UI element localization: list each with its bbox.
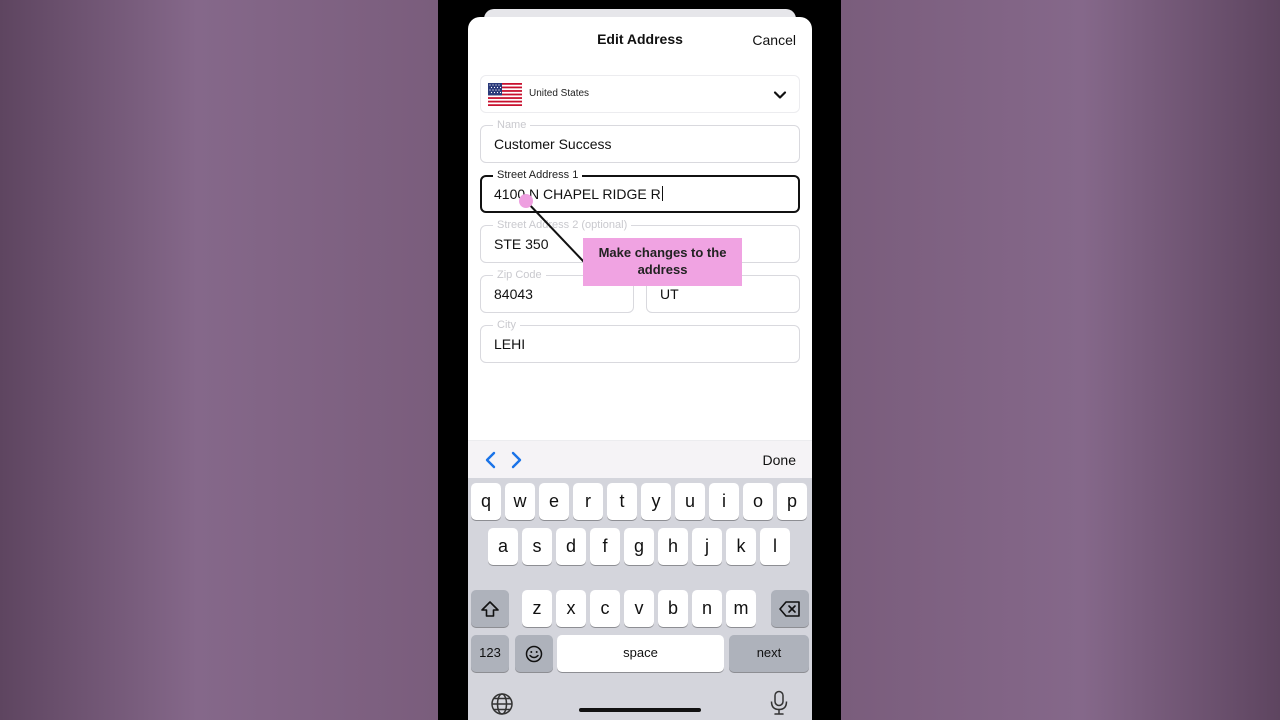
- key-i[interactable]: i: [709, 483, 739, 520]
- key-v[interactable]: v: [624, 590, 654, 627]
- key-n[interactable]: n: [692, 590, 722, 627]
- callout-pointer-dot: [519, 194, 533, 208]
- on-screen-keyboard: q w e r t y u i o p a s d f g h j k l z …: [468, 478, 812, 720]
- numbers-key[interactable]: 123: [471, 635, 509, 672]
- key-j[interactable]: j: [692, 528, 722, 565]
- key-t[interactable]: t: [607, 483, 637, 520]
- shift-icon: [481, 600, 499, 617]
- key-z[interactable]: z: [522, 590, 552, 627]
- shift-key[interactable]: [471, 590, 509, 627]
- annotation-callout: Make changes to the address: [583, 238, 742, 286]
- city-value: LEHI: [494, 336, 526, 352]
- next-key[interactable]: next: [729, 635, 809, 672]
- background-left: [0, 0, 438, 720]
- keyboard-accessory-bar: Done: [468, 440, 812, 478]
- backspace-key[interactable]: [771, 590, 809, 627]
- key-f[interactable]: f: [590, 528, 620, 565]
- next-field-icon[interactable]: [507, 451, 525, 469]
- key-l[interactable]: l: [760, 528, 790, 565]
- key-w[interactable]: w: [505, 483, 535, 520]
- key-x[interactable]: x: [556, 590, 586, 627]
- key-e[interactable]: e: [539, 483, 569, 520]
- city-field[interactable]: City LEHI: [480, 319, 800, 363]
- key-b[interactable]: b: [658, 590, 688, 627]
- key-h[interactable]: h: [658, 528, 688, 565]
- key-y[interactable]: y: [641, 483, 671, 520]
- key-k[interactable]: k: [726, 528, 756, 565]
- space-key[interactable]: space: [557, 635, 724, 672]
- key-o[interactable]: o: [743, 483, 773, 520]
- done-button[interactable]: Done: [763, 452, 796, 468]
- previous-field-icon[interactable]: [482, 451, 500, 469]
- key-a[interactable]: a: [488, 528, 518, 565]
- microphone-icon[interactable]: [769, 690, 789, 716]
- background-right: [841, 0, 1280, 720]
- emoji-key[interactable]: [515, 635, 553, 672]
- key-u[interactable]: u: [675, 483, 705, 520]
- key-r[interactable]: r: [573, 483, 603, 520]
- backspace-icon: [779, 600, 800, 617]
- edit-address-sheet: Edit Address Cancel United States Name C…: [468, 17, 812, 720]
- key-q[interactable]: q: [471, 483, 501, 520]
- key-s[interactable]: s: [522, 528, 552, 565]
- key-p[interactable]: p: [777, 483, 807, 520]
- key-g[interactable]: g: [624, 528, 654, 565]
- city-label: City: [493, 319, 520, 331]
- key-c[interactable]: c: [590, 590, 620, 627]
- globe-icon[interactable]: [490, 692, 514, 716]
- emoji-icon: [525, 645, 543, 662]
- key-d[interactable]: d: [556, 528, 586, 565]
- home-indicator: [579, 708, 701, 712]
- key-m[interactable]: m: [726, 590, 756, 627]
